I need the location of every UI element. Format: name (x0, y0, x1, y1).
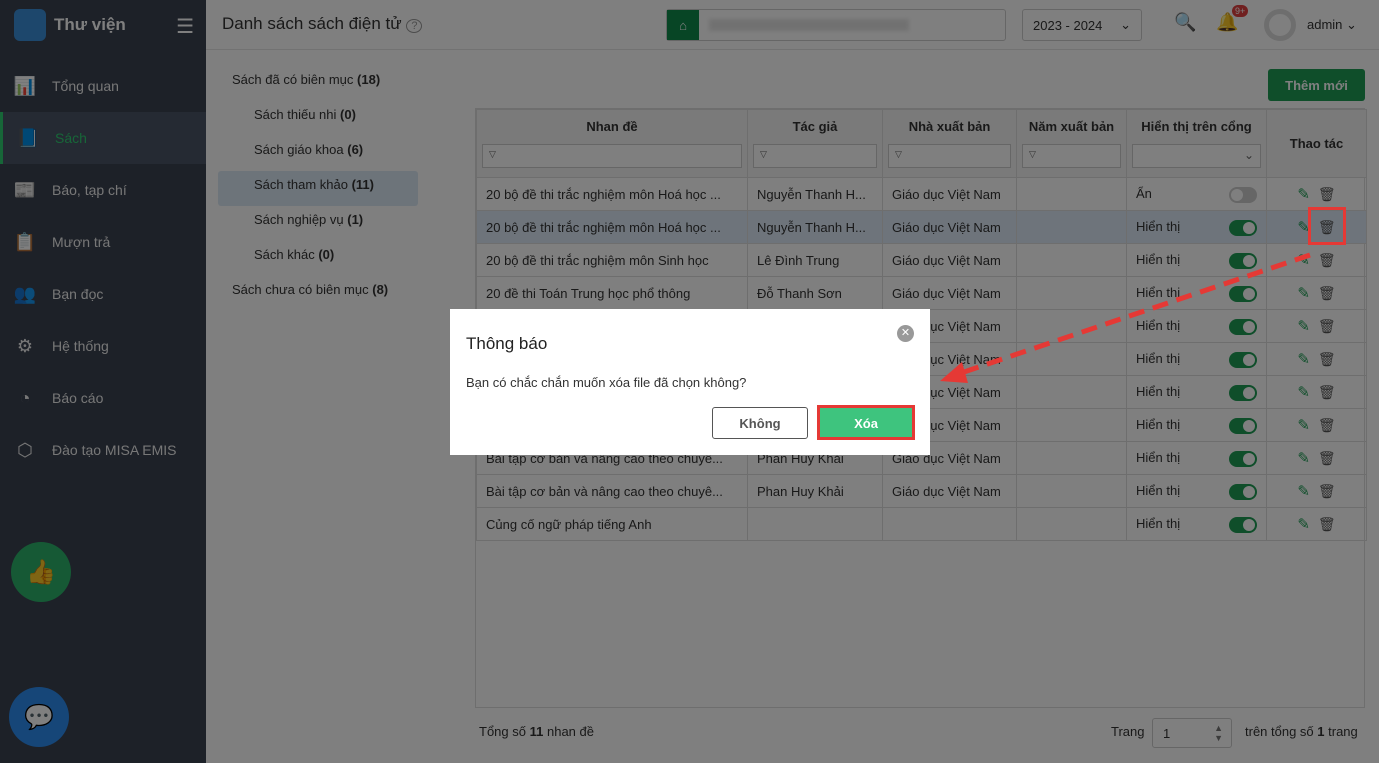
annotation-arrow (940, 252, 1311, 383)
